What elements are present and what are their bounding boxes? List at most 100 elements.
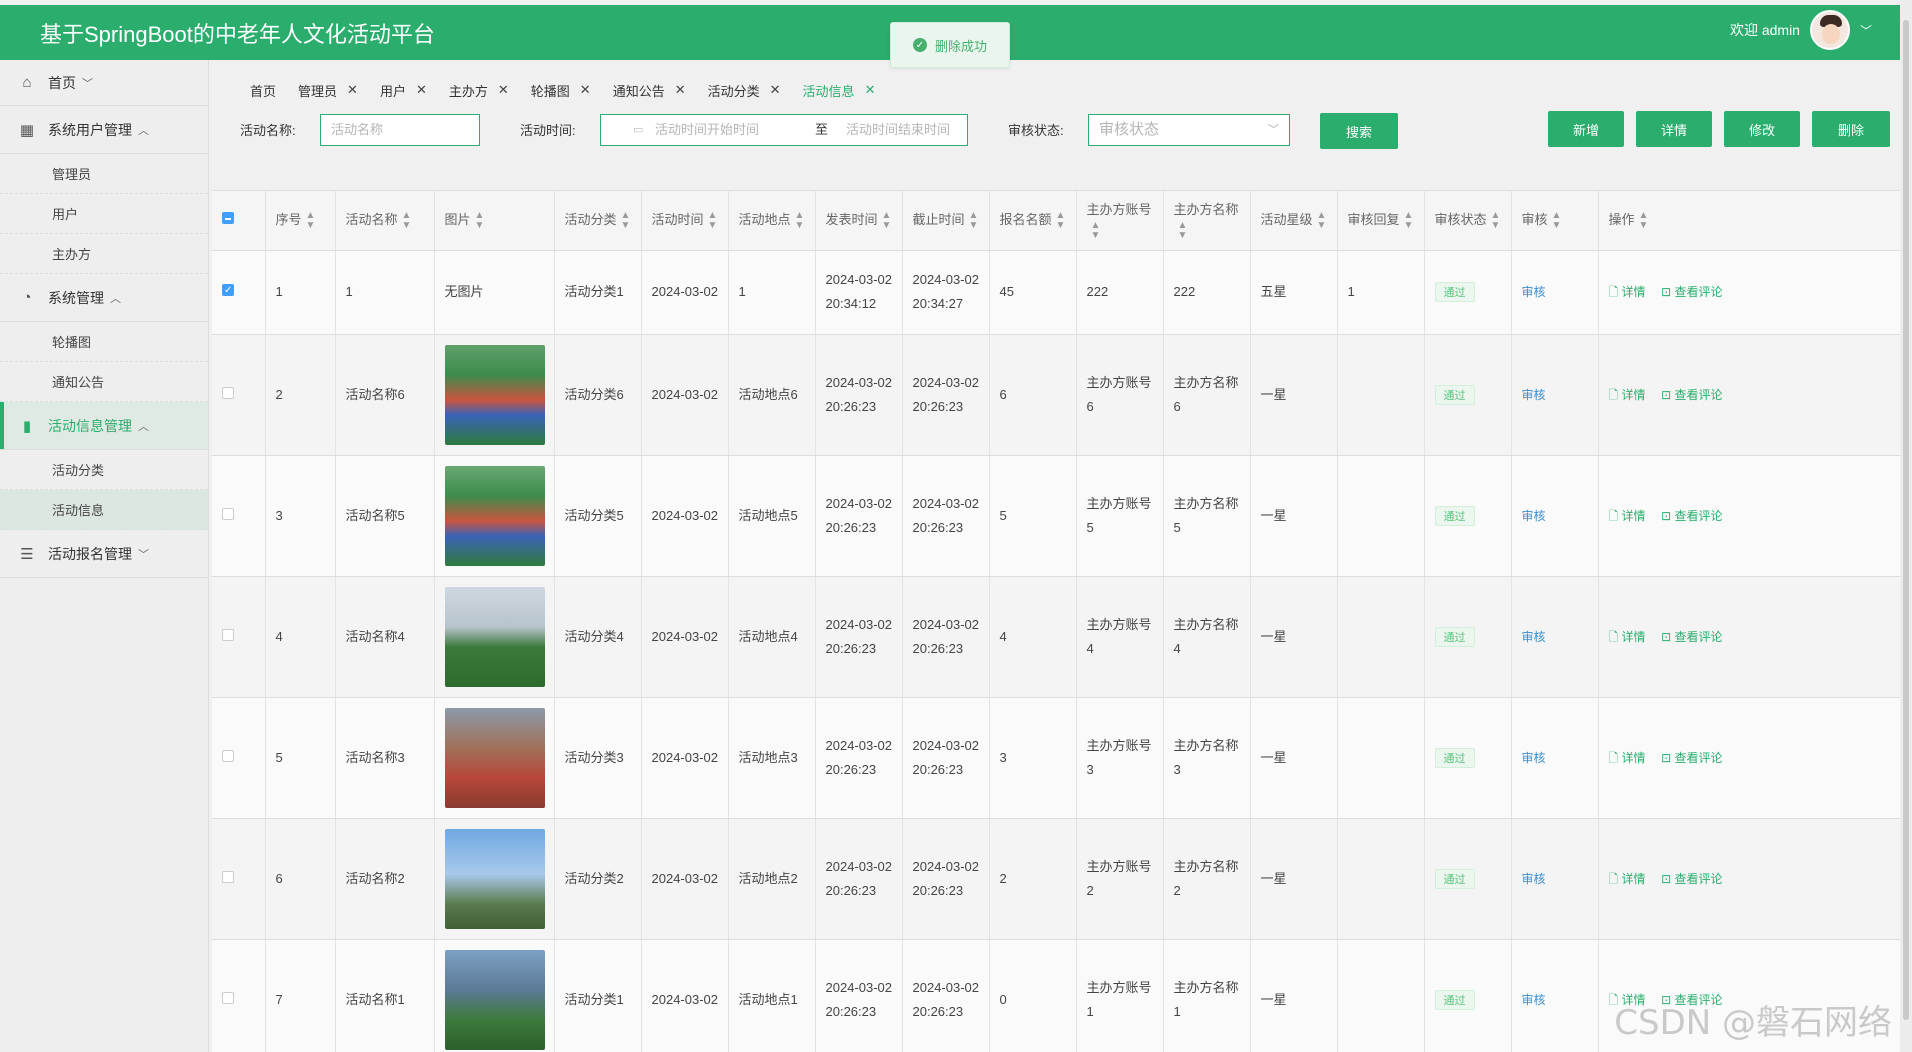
sort-icon[interactable]: ▲ ▼	[1091, 220, 1101, 241]
col-header[interactable]: 发表时间 ▲ ▼	[815, 191, 903, 251]
select-all-checkbox[interactable]	[222, 212, 234, 225]
table-row[interactable]: 1 1 无图片 活动分类1 2024-03-02 1 2024-03-02 20…	[212, 250, 1900, 335]
row-detail-button[interactable]: 🗋 详情	[1609, 285, 1646, 299]
row-detail-button[interactable]: 🗋 详情	[1609, 751, 1646, 765]
search-button[interactable]: 搜索	[1320, 113, 1398, 149]
row-select-cell[interactable]	[212, 818, 266, 940]
table-row[interactable]: 6 活动名称2 活动分类2 2024-03-02 活动地点2 2024-03-0…	[212, 818, 1900, 940]
col-header[interactable]: 序号 ▲ ▼	[265, 191, 336, 251]
col-header[interactable]: 活动地点 ▲ ▼	[728, 191, 816, 251]
close-icon[interactable]: ✕	[770, 82, 781, 98]
activity-thumbnail[interactable]	[444, 344, 545, 445]
close-icon[interactable]: ✕	[416, 82, 427, 98]
sort-icon[interactable]: ▲ ▼	[795, 210, 805, 231]
row-select-cell[interactable]	[212, 455, 266, 577]
activity-thumbnail[interactable]	[444, 949, 545, 1050]
activity-thumbnail[interactable]	[444, 707, 545, 808]
col-header[interactable]: 截止时间 ▲ ▼	[902, 191, 990, 251]
col-header[interactable]: 图片 ▲ ▼	[434, 191, 555, 251]
close-icon[interactable]: ✕	[498, 82, 509, 98]
sidebar-item-organizer[interactable]: 主办方	[0, 234, 208, 274]
time-start-input[interactable]: 活动时间开始时间	[655, 115, 795, 145]
close-icon[interactable]: ✕	[580, 82, 591, 98]
sidebar-item-registration[interactable]: ☰ 活动报名管理 ﹀	[0, 530, 208, 578]
audit-link[interactable]: 审核	[1522, 993, 1546, 1007]
sort-icon[interactable]: ▲ ▼	[402, 210, 412, 231]
table-row[interactable]: 5 活动名称3 活动分类3 2024-03-02 活动地点3 2024-03-0…	[212, 697, 1900, 819]
status-select[interactable]: 审核状态 ﹀	[1088, 114, 1290, 146]
tab-activity-info[interactable]: 活动信息 ✕	[803, 81, 876, 100]
col-header[interactable]: 审核 ▲ ▼	[1511, 191, 1599, 251]
sort-icon[interactable]: ▲ ▼	[1552, 210, 1562, 231]
view-comments-button[interactable]: ⊡ 查看评论	[1661, 630, 1722, 644]
tab-admin[interactable]: 管理员 ✕	[298, 81, 358, 100]
sidebar-item-admin[interactable]: 管理员	[0, 154, 208, 194]
scrollbar-thumb[interactable]	[1903, 20, 1909, 1020]
sidebar-item-users[interactable]: 用户	[0, 194, 208, 234]
sidebar-item-home[interactable]: ⌂ 首页 ﹀	[0, 60, 208, 106]
col-header[interactable]: 审核状态 ▲ ▼	[1424, 191, 1512, 251]
row-checkbox[interactable]	[222, 870, 234, 883]
row-checkbox[interactable]	[222, 279, 234, 303]
edit-button[interactable]: 修改	[1724, 111, 1800, 147]
col-header[interactable]: 活动时间 ▲ ▼	[641, 191, 729, 251]
sort-icon[interactable]: ▲ ▼	[882, 210, 892, 231]
tab-organizer[interactable]: 主办方 ✕	[449, 81, 509, 100]
row-detail-button[interactable]: 🗋 详情	[1609, 509, 1646, 523]
sort-icon[interactable]: ▲ ▼	[306, 210, 316, 231]
sort-icon[interactable]: ▲ ▼	[1491, 210, 1501, 231]
col-header[interactable]: 活动分类 ▲ ▼	[554, 191, 642, 251]
row-checkbox[interactable]	[222, 991, 234, 1004]
audit-link[interactable]: 审核	[1522, 388, 1546, 402]
row-detail-button[interactable]: 🗋 详情	[1609, 388, 1646, 402]
sort-icon[interactable]: ▲ ▼	[1317, 210, 1327, 231]
delete-button[interactable]: 删除	[1812, 111, 1890, 147]
table-row[interactable]: 4 活动名称4 活动分类4 2024-03-02 活动地点4 2024-03-0…	[212, 576, 1900, 698]
close-icon[interactable]: ✕	[865, 82, 876, 98]
table-row[interactable]: 2 活动名称6 活动分类6 2024-03-02 活动地点6 2024-03-0…	[212, 334, 1900, 456]
sidebar-item-activity-category[interactable]: 活动分类	[0, 450, 208, 490]
sort-icon[interactable]: ▲ ▼	[1639, 210, 1649, 231]
time-range-picker[interactable]: ▭ 活动时间开始时间 至 活动时间结束时间	[600, 114, 968, 146]
row-checkbox[interactable]	[222, 749, 234, 762]
select-all-cell[interactable]	[212, 191, 266, 251]
view-comments-button[interactable]: ⊡ 查看评论	[1661, 872, 1722, 886]
sort-icon[interactable]: ▲ ▼	[1404, 210, 1414, 231]
close-icon[interactable]: ✕	[347, 82, 358, 98]
col-header[interactable]: 审核回复 ▲ ▼	[1337, 191, 1425, 251]
time-end-input[interactable]: 活动时间结束时间	[846, 115, 950, 145]
avatar[interactable]	[1809, 10, 1850, 50]
col-header[interactable]: 活动星级 ▲ ▼	[1250, 191, 1338, 251]
row-checkbox[interactable]	[222, 507, 234, 520]
name-filter-input[interactable]: 活动名称	[320, 114, 480, 146]
activity-thumbnail[interactable]	[444, 465, 545, 566]
sidebar-item-carousel[interactable]: 轮播图	[0, 322, 208, 362]
activity-thumbnail[interactable]	[444, 828, 545, 929]
row-select-cell[interactable]	[212, 576, 266, 698]
close-icon[interactable]: ✕	[675, 82, 686, 98]
sidebar-item-notice[interactable]: 通知公告	[0, 362, 208, 402]
sort-icon[interactable]: ▲ ▼	[475, 210, 485, 231]
sidebar-item-activity-management[interactable]: ▮ 活动信息管理 ︿	[0, 402, 208, 450]
sort-icon[interactable]: ▲ ▼	[1178, 220, 1188, 241]
tab-home[interactable]: 首页	[250, 81, 276, 100]
row-select-cell[interactable]	[212, 697, 266, 819]
detail-button[interactable]: 详情	[1636, 111, 1712, 147]
row-detail-button[interactable]: 🗋 详情	[1609, 872, 1646, 886]
sort-icon[interactable]: ▲ ▼	[708, 210, 718, 231]
table-row[interactable]: 3 活动名称5 活动分类5 2024-03-02 活动地点5 2024-03-0…	[212, 455, 1900, 577]
col-header[interactable]: 报名名额 ▲ ▼	[989, 191, 1077, 251]
view-comments-button[interactable]: ⊡ 查看评论	[1661, 509, 1722, 523]
row-checkbox[interactable]	[222, 628, 234, 641]
sort-icon[interactable]: ▲ ▼	[1056, 210, 1066, 231]
activity-thumbnail[interactable]	[444, 586, 545, 687]
col-header[interactable]: 活动名称 ▲ ▼	[335, 191, 435, 251]
col-header[interactable]: 操作 ▲ ▼	[1598, 191, 1900, 251]
col-header[interactable]: 主办方账号 ▲ ▼	[1076, 191, 1164, 251]
tab-activity-category[interactable]: 活动分类 ✕	[708, 81, 781, 100]
sort-icon[interactable]: ▲ ▼	[969, 210, 979, 231]
sidebar-item-activity-info[interactable]: 活动信息	[0, 490, 208, 530]
chevron-down-icon[interactable]: ﹀	[1860, 22, 1872, 39]
view-comments-button[interactable]: ⊡ 查看评论	[1661, 388, 1722, 402]
tab-users[interactable]: 用户 ✕	[380, 81, 427, 100]
